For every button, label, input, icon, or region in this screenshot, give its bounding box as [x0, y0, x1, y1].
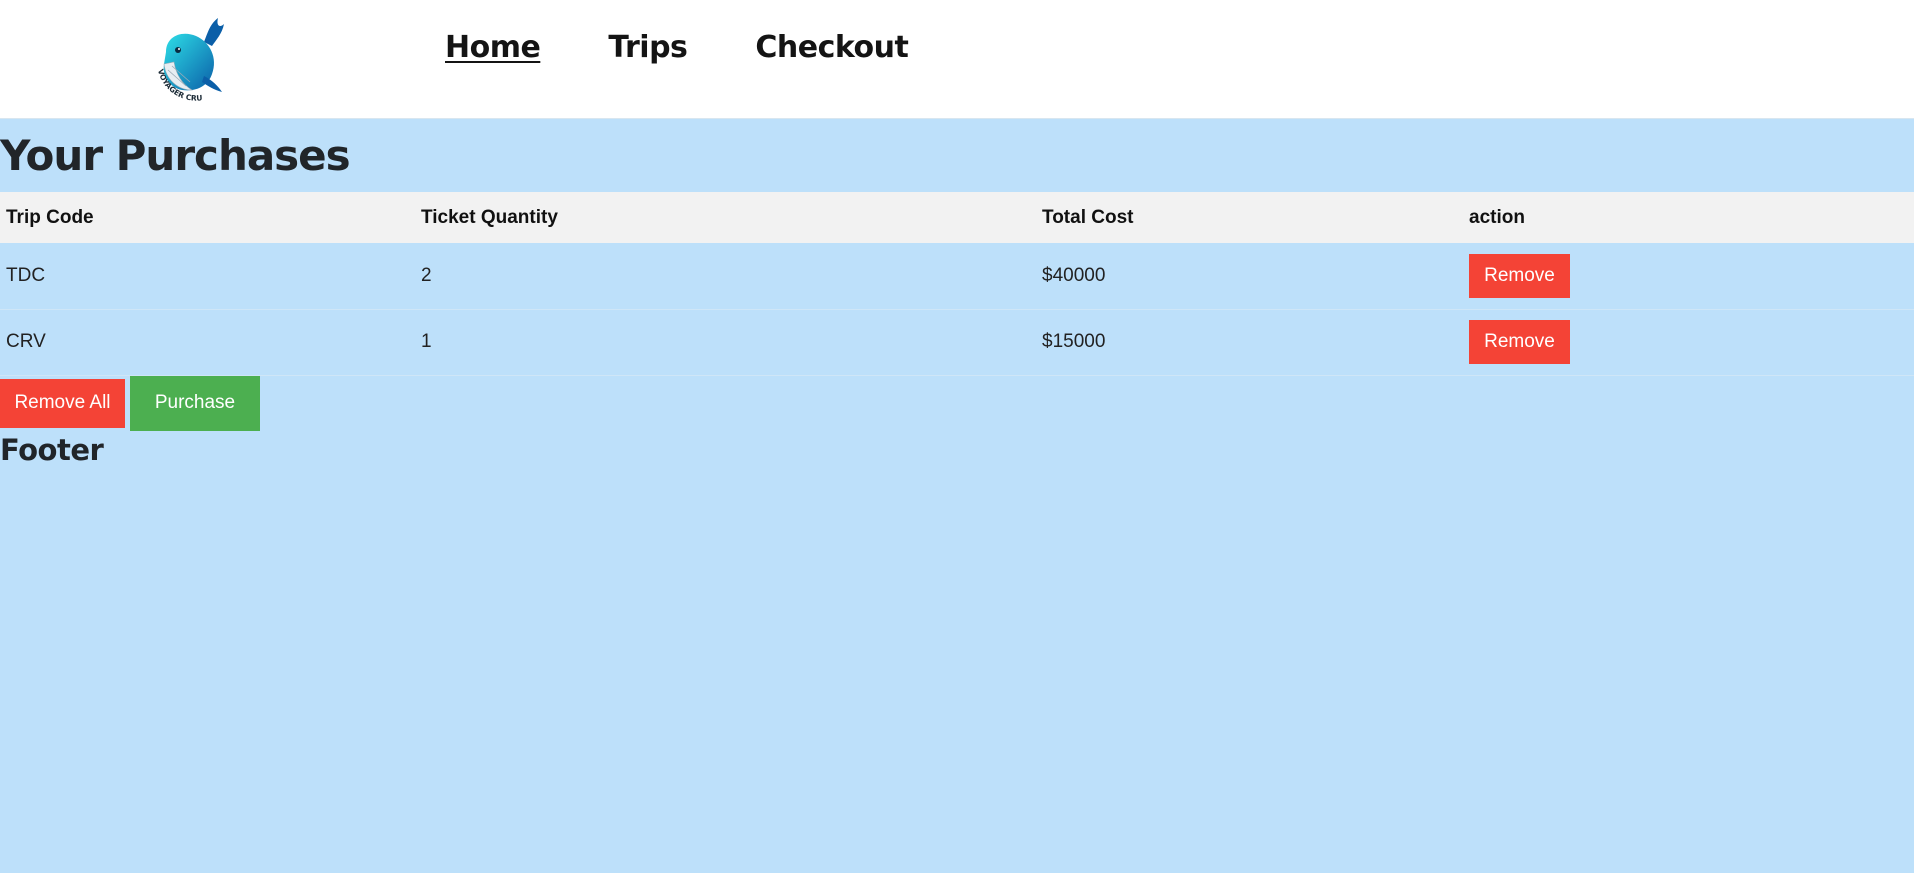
remove-button[interactable]: Remove [1469, 253, 1570, 298]
whale-logo-icon[interactable]: VOYAGER CRUISES [149, 7, 236, 106]
trip-code-cell: TDC [6, 264, 46, 286]
total-cost-cell: $40000 [1042, 264, 1106, 286]
footer: Footer [0, 432, 104, 467]
table-row: TDC 2 $40000 Remove [0, 243, 1914, 309]
page-title: Your Purchases [0, 131, 351, 180]
action-cell: Remove [1463, 243, 1914, 309]
total-cost-cell: $15000 [1042, 331, 1106, 352]
nav-checkout[interactable]: Checkout [755, 30, 908, 65]
purchases-table: Trip Code Ticket Quantity Total Cost act… [0, 192, 1914, 376]
column-header-trip-code: Trip Code [6, 206, 94, 228]
site-header: VOYAGER CRUISES Home Trips Checkout [0, 0, 1914, 119]
nav-trips[interactable]: Trips [608, 30, 688, 65]
trip-code-cell: CRV [6, 331, 46, 352]
main-nav: Home Trips Checkout [445, 30, 976, 65]
column-header-ticket-quantity: Ticket Quantity [421, 206, 558, 228]
nav-home[interactable]: Home [445, 30, 541, 65]
quantity-cell: 1 [421, 331, 432, 352]
purchase-button[interactable]: Purchase [130, 375, 260, 431]
quantity-cell: 2 [421, 264, 432, 286]
column-header-total-cost: Total Cost [1042, 206, 1134, 228]
remove-button[interactable]: Remove [1469, 320, 1570, 364]
table-row: CRV 1 $15000 Remove [0, 309, 1914, 375]
cart-actions: Remove All Purchase [0, 375, 1914, 431]
column-header-action: action [1469, 206, 1525, 228]
table-header-row: Trip Code Ticket Quantity Total Cost act… [0, 192, 1914, 243]
action-cell: Remove [1463, 309, 1914, 375]
remove-all-button[interactable]: Remove All [0, 378, 125, 428]
